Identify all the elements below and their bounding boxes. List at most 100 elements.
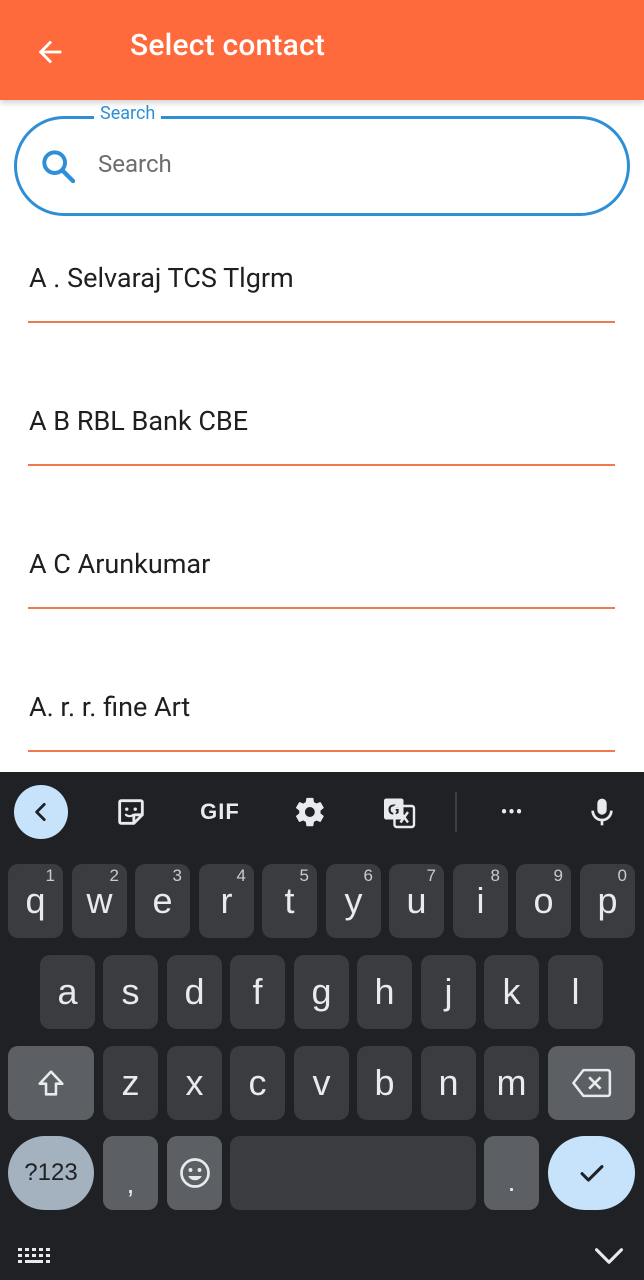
key-hint: 5 — [299, 866, 309, 885]
keyboard-collapse-button[interactable] — [14, 785, 68, 839]
key-label: q — [25, 880, 46, 921]
key-e[interactable]: e3 — [135, 864, 190, 938]
key-c[interactable]: c — [230, 1046, 285, 1120]
emoji-key[interactable] — [167, 1136, 222, 1210]
key-x[interactable]: x — [167, 1046, 222, 1120]
key-s[interactable]: s — [103, 955, 158, 1029]
soft-keyboard: GIF G ••• q1 w2 e3 r 4 t 5 y 6 u 7 i 8 o… — [0, 772, 644, 1280]
sticker-icon — [118, 799, 144, 825]
key-hint: 0 — [617, 866, 627, 885]
search-legend: Search — [94, 104, 162, 124]
key-hint: 3 — [172, 866, 182, 885]
key-a[interactable]: a — [40, 955, 95, 1029]
key-label: k — [502, 971, 521, 1012]
key-label: g — [311, 971, 332, 1012]
symbols-key[interactable]: ?123 — [8, 1136, 94, 1210]
sticker-button[interactable] — [103, 784, 159, 840]
key-hint: 6 — [363, 866, 373, 885]
contact-item[interactable]: A. r. r. fine Art — [0, 645, 644, 788]
divider — [28, 750, 615, 752]
translate-icon: G — [384, 798, 416, 829]
key-label: h — [374, 971, 395, 1012]
key-label: c — [248, 1062, 267, 1103]
key-hint: 9 — [553, 866, 563, 885]
key-k[interactable]: k — [484, 955, 539, 1029]
emoji-icon — [179, 1158, 210, 1188]
more-icon: ••• — [500, 801, 524, 823]
space-key[interactable] — [230, 1136, 476, 1210]
done-key[interactable] — [548, 1136, 635, 1210]
key-hint: 7 — [426, 866, 436, 885]
key-i[interactable]: i8 — [453, 864, 508, 938]
search-icon — [42, 150, 76, 184]
key-m[interactable]: m — [484, 1046, 539, 1120]
key-o[interactable]: o9 — [516, 864, 571, 938]
divider — [28, 464, 615, 466]
backspace-icon — [571, 1068, 611, 1098]
more-button[interactable]: ••• — [484, 784, 540, 840]
contact-item[interactable]: A B RBL Bank CBE — [0, 359, 644, 502]
key-r[interactable]: r4 — [199, 864, 254, 938]
period-key[interactable]: . — [484, 1136, 539, 1210]
hide-keyboard-button[interactable] — [590, 1242, 630, 1272]
gear-icon — [296, 797, 324, 827]
key-label: p — [597, 880, 618, 921]
key-label: v — [312, 1062, 331, 1103]
keyboard-switch-button[interactable] — [16, 1242, 56, 1272]
backspace-key[interactable] — [548, 1046, 635, 1120]
gif-button[interactable]: GIF — [192, 784, 248, 840]
shift-key[interactable] — [8, 1046, 94, 1120]
search-field[interactable]: Search — [14, 104, 630, 216]
search-input[interactable] — [98, 142, 598, 186]
key-label: w — [86, 880, 113, 921]
contact-name: A C Arunkumar — [29, 548, 211, 580]
contact-item[interactable]: A C Arunkumar — [0, 502, 644, 645]
contact-name: A. r. r. fine Art — [29, 691, 191, 723]
key-f[interactable]: f — [230, 955, 285, 1029]
app-bar: Select contact — [0, 0, 644, 100]
key-label: n — [438, 1062, 459, 1103]
key-hint: 4 — [236, 866, 246, 885]
key-label: o — [533, 880, 554, 921]
keyboard-icon — [18, 1248, 50, 1263]
key-y[interactable]: y6 — [326, 864, 381, 938]
contact-name: A B RBL Bank CBE — [29, 405, 249, 437]
key-label: s — [121, 971, 140, 1012]
contact-item[interactable]: A . Selvaraj TCS Tlgrm — [0, 216, 644, 359]
settings-button[interactable] — [282, 784, 338, 840]
key-q[interactable]: q1 — [8, 864, 63, 938]
divider — [28, 607, 615, 609]
key-t[interactable]: t5 — [262, 864, 317, 938]
key-label: y — [344, 880, 363, 921]
voice-input-button[interactable] — [574, 784, 630, 840]
key-h[interactable]: h — [357, 955, 412, 1029]
page-title: Select contact — [130, 28, 326, 63]
key-label: d — [184, 971, 205, 1012]
key-label: i — [476, 880, 485, 921]
key-b[interactable]: b — [357, 1046, 412, 1120]
key-g[interactable]: g — [294, 955, 349, 1029]
key-w[interactable]: w2 — [72, 864, 127, 938]
key-label: z — [121, 1062, 140, 1103]
key-label: b — [374, 1062, 395, 1103]
key-d[interactable]: d — [167, 955, 222, 1029]
key-label: . — [507, 1166, 516, 1197]
key-v[interactable]: v — [294, 1046, 349, 1120]
translate-button[interactable]: G — [371, 784, 427, 840]
back-button[interactable] — [30, 32, 70, 72]
key-z[interactable]: z — [103, 1046, 158, 1120]
key-p[interactable]: p0 — [580, 864, 635, 938]
keyboard-toolbar: GIF G ••• — [0, 772, 644, 852]
key-label: , — [126, 1168, 135, 1199]
key-label: u — [406, 880, 427, 921]
chevron-left-icon — [35, 803, 46, 821]
key-u[interactable]: u7 — [389, 864, 444, 938]
chevron-down-icon — [595, 1248, 623, 1264]
comma-key[interactable]: , — [103, 1136, 158, 1210]
key-n[interactable]: n — [421, 1046, 476, 1120]
key-j[interactable]: j — [421, 955, 476, 1029]
key-l[interactable]: l — [548, 955, 603, 1029]
contact-name: A . Selvaraj TCS Tlgrm — [29, 262, 294, 294]
key-label: x — [185, 1062, 204, 1103]
key-label: a — [57, 971, 78, 1012]
